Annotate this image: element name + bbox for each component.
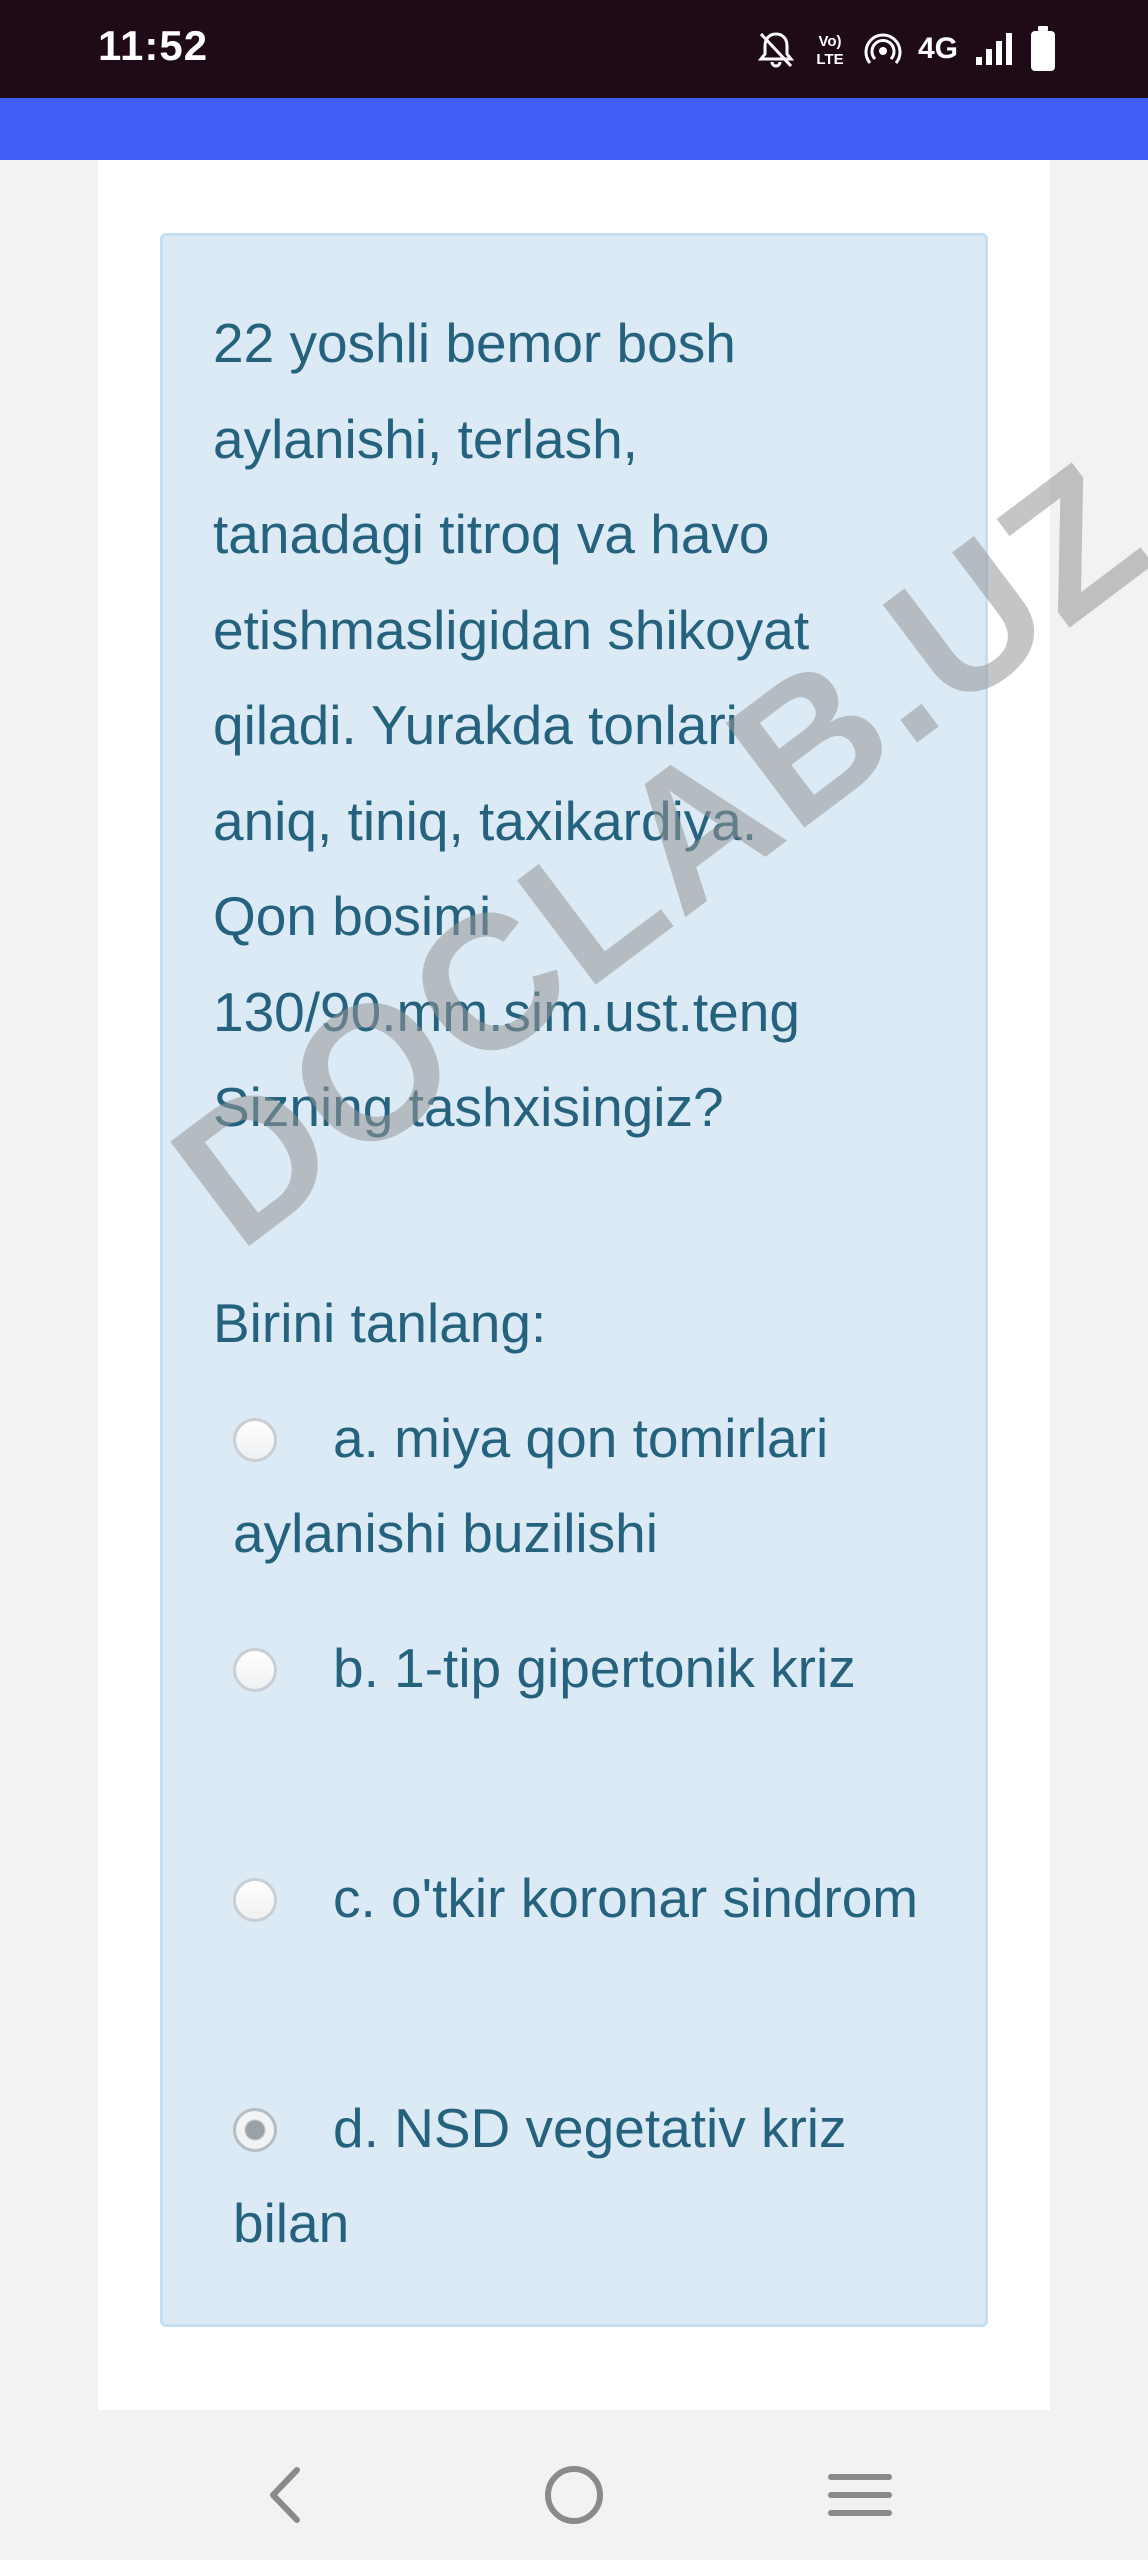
question-card: 22 yoshli bemor bosh aylanishi, terlash,… — [98, 160, 1050, 2410]
option-a[interactable]: a. miya qon tomirlari aylanishi buzilish… — [233, 1391, 953, 1591]
option-label: b. 1-tip gipertonik kriz — [333, 1637, 856, 1699]
bell-muted-icon — [756, 29, 796, 69]
signal-icon — [974, 31, 1014, 67]
svg-text:Vo): Vo) — [818, 33, 841, 50]
radio-button[interactable] — [233, 1878, 277, 1922]
back-icon — [270, 2467, 300, 2523]
battery-icon — [1030, 26, 1056, 72]
option-c[interactable]: c. o'tkir koronar sindrom — [233, 1851, 953, 2051]
radio-button-selected[interactable] — [233, 2108, 277, 2152]
menu-button[interactable] — [810, 2445, 910, 2545]
option-label: c. o'tkir koronar sindrom — [333, 1867, 919, 1929]
home-button[interactable] — [524, 2445, 624, 2545]
home-icon — [545, 2466, 603, 2524]
radio-button[interactable] — [233, 1418, 277, 1462]
volte-icon: Vo) LTE — [812, 29, 848, 69]
menu-icon — [828, 2474, 892, 2516]
status-bar: 11:52 Vo) LTE 4G — [0, 0, 1148, 98]
hotspot-icon — [864, 30, 902, 68]
status-time: 11:52 — [98, 22, 209, 69]
answer-prompt: Birini tanlang: — [213, 1292, 547, 1354]
back-button[interactable] — [235, 2445, 335, 2545]
radio-button[interactable] — [233, 1648, 277, 1692]
option-label: d. NSD vegetativ kriz bilan — [233, 2097, 847, 2254]
network-type: 4G — [917, 32, 958, 65]
question-text: 22 yoshli bemor bosh aylanishi, terlash,… — [213, 312, 810, 1138]
option-label: a. miya qon tomirlari aylanishi buzilish… — [233, 1407, 829, 1564]
question-box: 22 yoshli bemor bosh aylanishi, terlash,… — [160, 233, 988, 2327]
status-icons: Vo) LTE 4G — [756, 20, 1056, 78]
navigation-bar — [0, 2410, 1148, 2560]
option-b[interactable]: b. 1-tip gipertonik kriz — [233, 1621, 953, 1821]
svg-text:LTE: LTE — [816, 51, 843, 68]
option-d[interactable]: d. NSD vegetativ kriz bilan — [233, 2081, 953, 2281]
app-header-bar — [0, 98, 1148, 160]
